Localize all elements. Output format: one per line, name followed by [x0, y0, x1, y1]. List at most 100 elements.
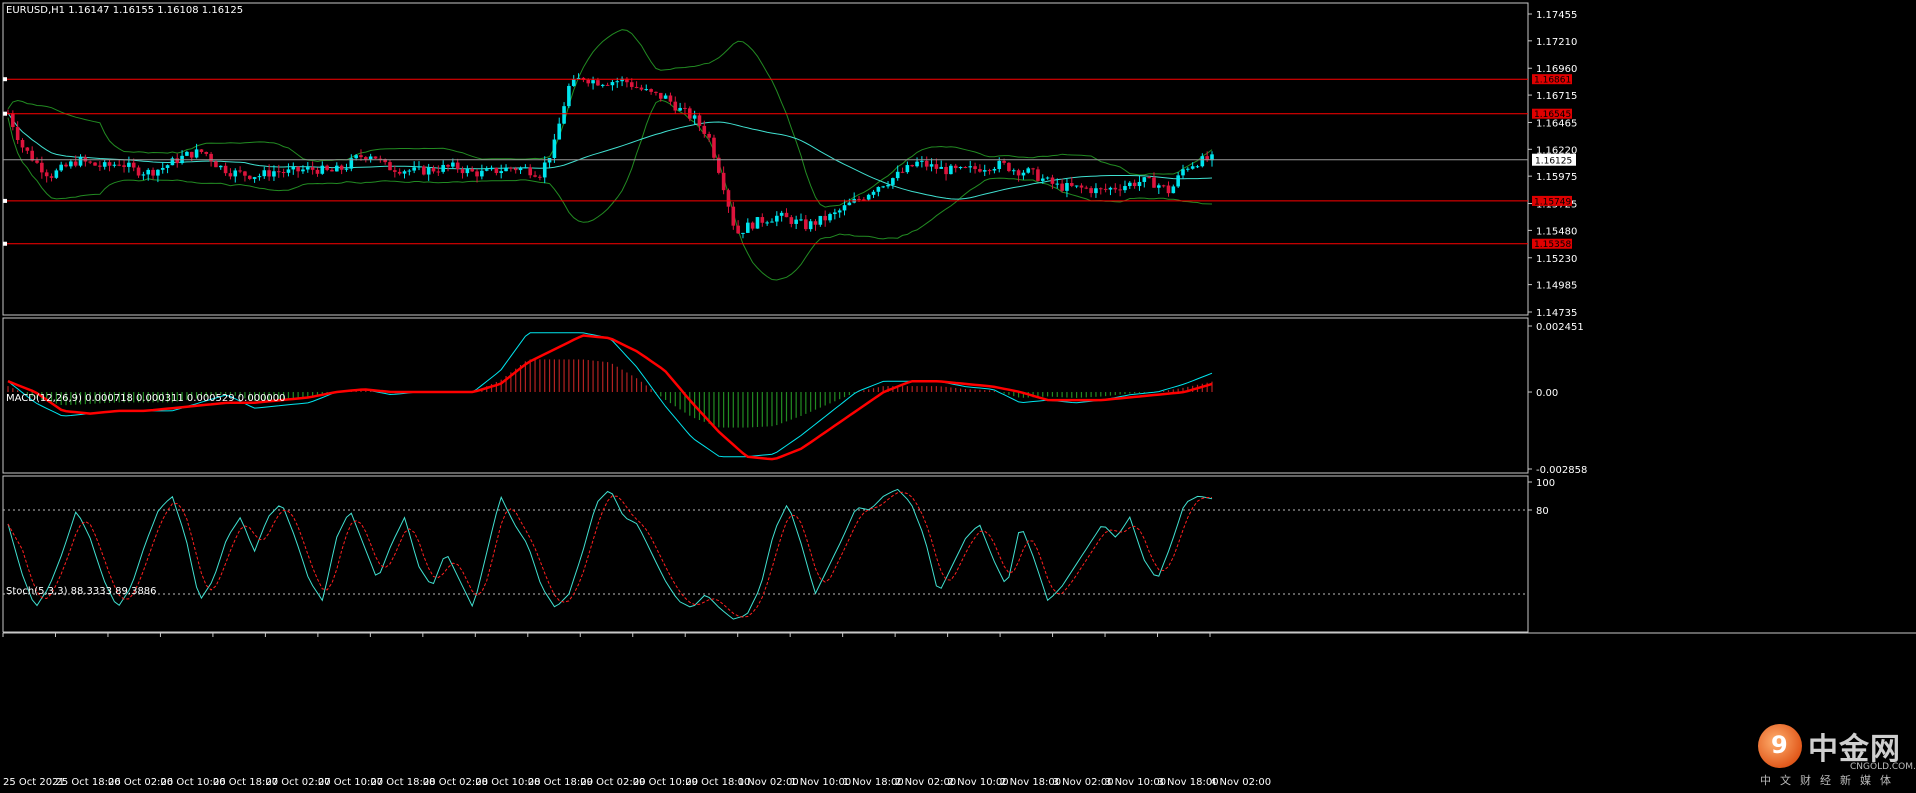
candle-body — [533, 175, 537, 177]
macd-title: MACD(12,26,9) 0.000718 0.000311 0.000529… — [6, 393, 286, 404]
candle-body — [1190, 166, 1195, 169]
candle-body — [1176, 175, 1180, 187]
candle-body — [847, 202, 852, 206]
time-axis: 25 Oct 202125 Oct 18:0026 Oct 02:0026 Oc… — [2, 633, 1271, 788]
candle-body — [736, 225, 740, 234]
candle-body — [325, 165, 329, 170]
candle-body — [25, 147, 30, 151]
candle-body — [93, 162, 97, 166]
candle-body — [818, 215, 823, 225]
candle-body — [131, 162, 136, 168]
main-frame — [2, 2, 1529, 316]
candle-body — [1118, 189, 1122, 191]
candle-body — [649, 89, 653, 92]
candle-body — [721, 172, 726, 191]
candle-body — [1200, 156, 1205, 167]
candle-body — [204, 151, 209, 154]
candle-body — [1142, 177, 1147, 182]
candle-body — [518, 167, 523, 171]
candle-body — [1060, 183, 1064, 191]
candle-body — [151, 169, 155, 176]
candle-body — [891, 178, 895, 185]
candle-body — [1031, 168, 1035, 170]
candle-body — [1108, 187, 1113, 190]
candle-body — [286, 169, 291, 173]
candle-body — [707, 133, 711, 138]
candle-body — [567, 85, 571, 107]
candle-body — [557, 123, 562, 140]
candle-body — [1074, 185, 1079, 187]
candle-body — [639, 87, 644, 90]
bollinger-lower-line — [7, 99, 1213, 281]
candle-body — [591, 80, 595, 84]
candle-body — [40, 162, 44, 173]
candle-body — [1166, 185, 1171, 194]
stochastic-pane[interactable]: 100 80 — [3, 478, 1555, 620]
candle-body — [136, 167, 141, 176]
candle-body — [755, 217, 760, 229]
price-pane[interactable]: 1.174551.172101.169601.167151.164651.162… — [3, 10, 1577, 319]
candle-body — [939, 166, 944, 169]
candle-body — [605, 84, 610, 86]
candle-body — [644, 89, 649, 91]
candle-body — [668, 95, 673, 102]
candle-body — [441, 164, 445, 172]
candle-body — [15, 127, 20, 141]
candle-body — [252, 177, 257, 179]
candle-body — [388, 162, 392, 171]
candle-body — [1137, 181, 1142, 187]
candle-body — [702, 125, 707, 134]
candle-body — [929, 164, 934, 167]
time-tick-label: 4 Nov 02:00 — [1210, 777, 1271, 788]
candle-body — [426, 167, 431, 175]
macd-tick-label: 0.00 — [1536, 388, 1558, 399]
candle-body — [963, 166, 968, 168]
candle-body — [731, 206, 736, 226]
candle-body — [944, 166, 948, 175]
candle-body — [69, 161, 73, 167]
candle-body — [78, 157, 83, 166]
macd-tick-label: -0.002858 — [1536, 465, 1587, 476]
candle-body — [760, 217, 765, 223]
price-tick-label: 1.16960 — [1536, 64, 1577, 75]
candle-body — [1147, 177, 1151, 179]
candle-body — [199, 149, 204, 152]
candle-body — [949, 165, 953, 175]
candle-body — [978, 169, 982, 172]
candle-body — [315, 169, 320, 174]
candle-body — [460, 169, 465, 174]
candle-body — [228, 173, 233, 177]
price-tick-label: 1.15230 — [1536, 254, 1577, 265]
candle-body — [112, 164, 117, 166]
candle-body — [1123, 186, 1127, 191]
candle-body — [779, 212, 784, 216]
candle-body — [484, 169, 489, 171]
candle-body — [291, 166, 296, 170]
candle-body — [59, 164, 63, 171]
candle-body — [615, 81, 620, 83]
candle-body — [305, 167, 310, 170]
stoch-frame — [2, 475, 1529, 633]
price-tick-label: 1.14985 — [1536, 281, 1577, 292]
candle-body — [770, 221, 774, 223]
candle-body — [789, 217, 794, 224]
candle-body — [407, 170, 412, 172]
candle-body — [837, 210, 842, 213]
level-price-label: 1.16545 — [1534, 110, 1571, 120]
price-tick-label: 1.17455 — [1536, 10, 1577, 21]
candle-body — [528, 167, 533, 176]
candle-body — [20, 140, 25, 148]
candle-body — [238, 170, 242, 172]
candle-body — [233, 170, 238, 177]
candle-body — [920, 160, 924, 162]
candle-body — [272, 171, 276, 177]
candle-body — [247, 175, 252, 179]
candle-body — [64, 164, 68, 167]
chart-window[interactable]: 1.174551.172101.169601.167151.164651.162… — [0, 0, 1916, 793]
candle-body — [746, 222, 750, 233]
candle-body — [900, 171, 905, 173]
candle-body — [509, 167, 513, 169]
stoch-main-line — [7, 488, 1213, 620]
candle-body — [610, 82, 615, 86]
price-tick-label: 1.14735 — [1536, 308, 1577, 319]
